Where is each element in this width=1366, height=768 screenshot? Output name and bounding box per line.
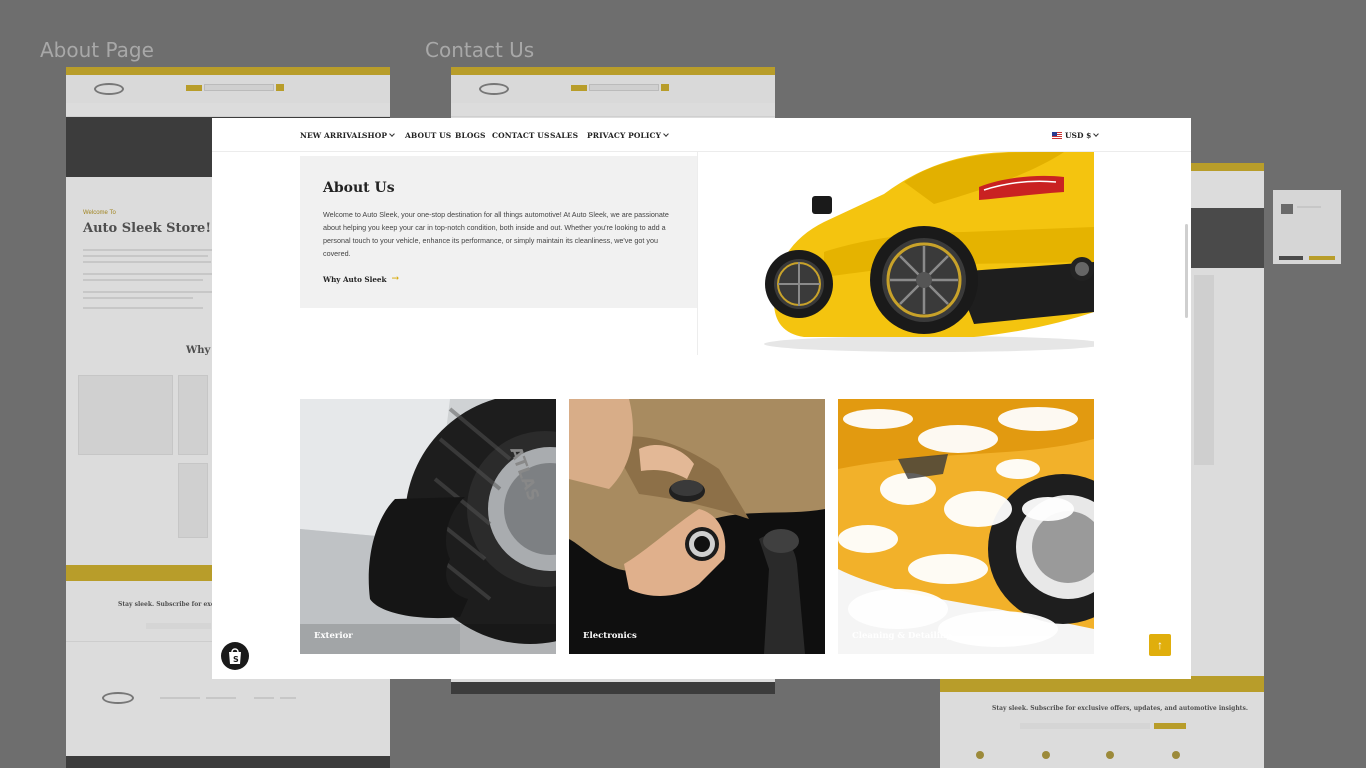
cart-drawer-thumbnail (1273, 190, 1341, 264)
shopping-bag-icon: S (229, 648, 241, 664)
currency-selector[interactable]: USD $ (1052, 130, 1100, 140)
category-tile-cleaning[interactable]: Cleaning & Detailing (838, 399, 1094, 654)
page-preview-modal: NEW ARRIVAL SHOP ABOUT US BLOGS CONTACT … (212, 118, 1191, 679)
thumb-why: Why (186, 345, 211, 356)
us-flag-icon (1052, 132, 1062, 139)
about-body: Welcome to Auto Sleek, your one-stop des… (323, 210, 669, 258)
nav-blogs[interactable]: BLOGS (455, 131, 485, 140)
electronics-label: Electronics (583, 631, 637, 641)
currency-label: USD $ (1065, 131, 1092, 140)
thumb-welcome: Welcome To (83, 210, 116, 216)
nav-shop[interactable]: SHOP (362, 131, 395, 140)
nav-about-us[interactable]: ABOUT US (405, 131, 451, 140)
electronics-image (569, 399, 825, 654)
divider (697, 152, 698, 355)
chevron-down-icon (389, 131, 395, 137)
chevron-down-icon (1093, 130, 1100, 137)
cleaning-label: Cleaning & Detailing (852, 631, 953, 641)
nav-new-arrival[interactable]: NEW ARRIVAL (300, 131, 363, 140)
back-to-top-button[interactable]: ↑ (1149, 634, 1171, 656)
yellow-car-image (764, 152, 1094, 352)
arrow-right-icon: → (391, 274, 399, 284)
about-title: About Us (323, 180, 395, 196)
arrow-up-icon: ↑ (1157, 638, 1163, 652)
nav-contact-us[interactable]: CONTACT US (492, 131, 549, 140)
about-page-caption: About Page (40, 38, 154, 62)
thumb-subscribe: Stay sleek. Subscribe for exclusi (118, 601, 227, 608)
category-tile-exterior[interactable]: ATLAS Exterior (300, 399, 556, 654)
exterior-label: Exterior (314, 631, 353, 641)
svg-text:S: S (233, 655, 239, 664)
about-us-section: About Us Welcome to Auto Sleek, your one… (300, 156, 697, 308)
scrollbar-thumb[interactable] (1185, 224, 1188, 318)
main-navigation: NEW ARRIVAL SHOP ABOUT US BLOGS CONTACT … (212, 118, 1191, 152)
category-tile-electronics[interactable]: Electronics (569, 399, 825, 654)
cleaning-image (838, 399, 1094, 654)
exterior-image: ATLAS (300, 399, 556, 654)
thumb-subscribe-right: Stay sleek. Subscribe for exclusive offe… (992, 705, 1248, 712)
nav-privacy-policy[interactable]: PRIVACY POLICY (587, 131, 669, 140)
contact-page-caption: Contact Us (425, 38, 535, 62)
shopify-badge[interactable]: S (221, 642, 249, 670)
thumb-store-title: Auto Sleek Store! (83, 221, 212, 236)
chevron-down-icon (663, 131, 669, 137)
nav-sales[interactable]: SALES (550, 131, 578, 140)
why-auto-sleek-link[interactable]: Why Auto Sleek → (323, 274, 399, 284)
